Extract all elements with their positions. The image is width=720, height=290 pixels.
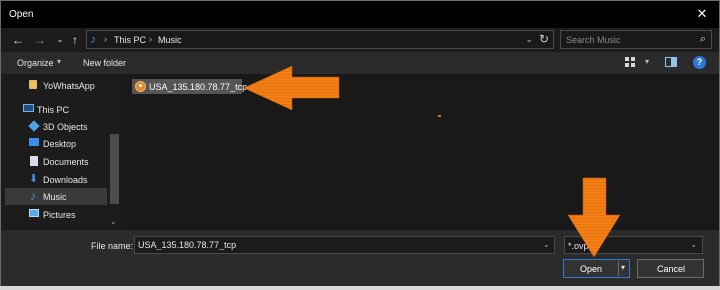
address-dropdown-chevron-icon[interactable]: ⌄ xyxy=(525,34,533,45)
folder-icon xyxy=(29,80,37,89)
view-options-dropdown-icon[interactable]: ▾ xyxy=(645,57,649,66)
nav-item-label: This PC xyxy=(37,105,70,115)
nav-item-music[interactable]: ♪ Music xyxy=(5,188,107,205)
address-bar[interactable]: ♪ › This PC › Music ⌄ ↻ xyxy=(86,30,554,49)
file-name-dropdown-chevron-icon[interactable]: ⌄ xyxy=(543,240,550,249)
openvpn-config-icon xyxy=(135,81,146,92)
desktop-icon xyxy=(29,138,39,146)
chevron-right-icon[interactable]: › xyxy=(104,34,107,44)
file-type-filter-value: *.ovpn xyxy=(568,241,594,251)
chevron-right-icon[interactable]: › xyxy=(149,34,152,44)
file-name: USA_135.180.78.77_tcp xyxy=(149,82,248,92)
file-list-area[interactable] xyxy=(121,74,719,230)
preview-pane-icon[interactable] xyxy=(665,57,677,67)
nav-item-yowhatsapp[interactable]: YoWhatsApp xyxy=(5,77,107,94)
navigation-row: ← → ⌄ ↑ ♪ › This PC › Music ⌄ ↻ Search M… xyxy=(1,28,719,52)
back-arrow-icon[interactable]: ← xyxy=(11,32,25,48)
scroll-down-chevron-icon[interactable]: ⌄ xyxy=(110,217,117,226)
downloads-icon: ⬇ xyxy=(29,173,39,185)
nav-item-label: YoWhatsApp xyxy=(43,81,95,91)
organize-dropdown-icon[interactable]: ▾ xyxy=(57,57,61,66)
nav-item-label: Documents xyxy=(43,157,89,167)
3d-objects-icon xyxy=(28,120,40,132)
refresh-icon[interactable]: ↻ xyxy=(539,32,549,46)
breadcrumb-this-pc[interactable]: This PC xyxy=(114,35,146,45)
nav-item-label: Desktop xyxy=(43,139,77,149)
nav-item-documents[interactable]: Documents xyxy=(5,153,107,170)
title-bar: Open ✕ xyxy=(1,1,719,28)
scrollbar-thumb[interactable] xyxy=(110,134,119,204)
new-folder-button[interactable]: New folder xyxy=(83,58,126,68)
open-button[interactable]: Open ▾ xyxy=(563,259,630,278)
nav-item-downloads[interactable]: ⬇ Downloads xyxy=(5,171,107,188)
help-icon[interactable]: ? xyxy=(693,56,706,69)
split-divider xyxy=(618,261,619,276)
organize-button[interactable]: Organize xyxy=(17,58,54,68)
recent-locations-chevron-icon[interactable]: ⌄ xyxy=(53,32,67,48)
nav-item-3d-objects[interactable]: 3D Objects xyxy=(5,118,107,135)
change-view-icon[interactable] xyxy=(625,57,636,68)
window-title: Open xyxy=(9,9,34,20)
file-name-input[interactable] xyxy=(134,236,555,254)
file-type-filter-select[interactable]: *.ovpn ⌄ xyxy=(564,236,703,254)
documents-icon xyxy=(30,156,38,166)
nav-item-label: 3D Objects xyxy=(43,122,88,132)
nav-item-pictures[interactable]: Pictures xyxy=(5,206,107,223)
search-placeholder: Search Music xyxy=(566,35,621,45)
nav-item-label: Pictures xyxy=(43,210,76,220)
up-arrow-icon[interactable]: ↑ xyxy=(68,32,82,48)
close-icon[interactable]: ✕ xyxy=(695,7,709,21)
file-item[interactable]: USA_135.180.78.77_tcp xyxy=(132,79,247,94)
open-options-dropdown-icon[interactable]: ▾ xyxy=(621,263,625,272)
pictures-icon xyxy=(29,209,39,217)
music-icon: ♪ xyxy=(30,189,36,203)
nav-item-label: Downloads xyxy=(43,175,88,185)
search-box[interactable]: Search Music ⌕ xyxy=(560,30,712,49)
open-button-label: Open xyxy=(580,264,603,274)
cancel-button[interactable]: Cancel xyxy=(637,259,704,278)
nav-item-desktop[interactable]: Desktop xyxy=(5,135,107,152)
navigation-scrollbar[interactable]: ⌄ xyxy=(108,74,121,230)
nav-item-label: Music xyxy=(43,192,67,202)
forward-arrow-icon[interactable]: → xyxy=(33,32,47,48)
command-toolbar: Organize ▾ New folder ▾ ? xyxy=(1,52,719,74)
computer-icon xyxy=(23,104,34,112)
search-icon[interactable]: ⌕ xyxy=(700,33,706,46)
breadcrumb-music[interactable]: Music xyxy=(158,35,182,45)
music-icon: ♪ xyxy=(90,32,96,46)
nav-item-this-pc[interactable]: This PC xyxy=(5,101,107,118)
cancel-button-label: Cancel xyxy=(657,264,686,274)
navigation-pane: YoWhatsApp This PC 3D Objects Desktop Do… xyxy=(1,74,121,230)
window-edge xyxy=(0,286,720,290)
file-name-label: File name: xyxy=(91,241,134,251)
filter-dropdown-chevron-icon[interactable]: ⌄ xyxy=(690,240,697,249)
stray-mark xyxy=(438,115,441,117)
